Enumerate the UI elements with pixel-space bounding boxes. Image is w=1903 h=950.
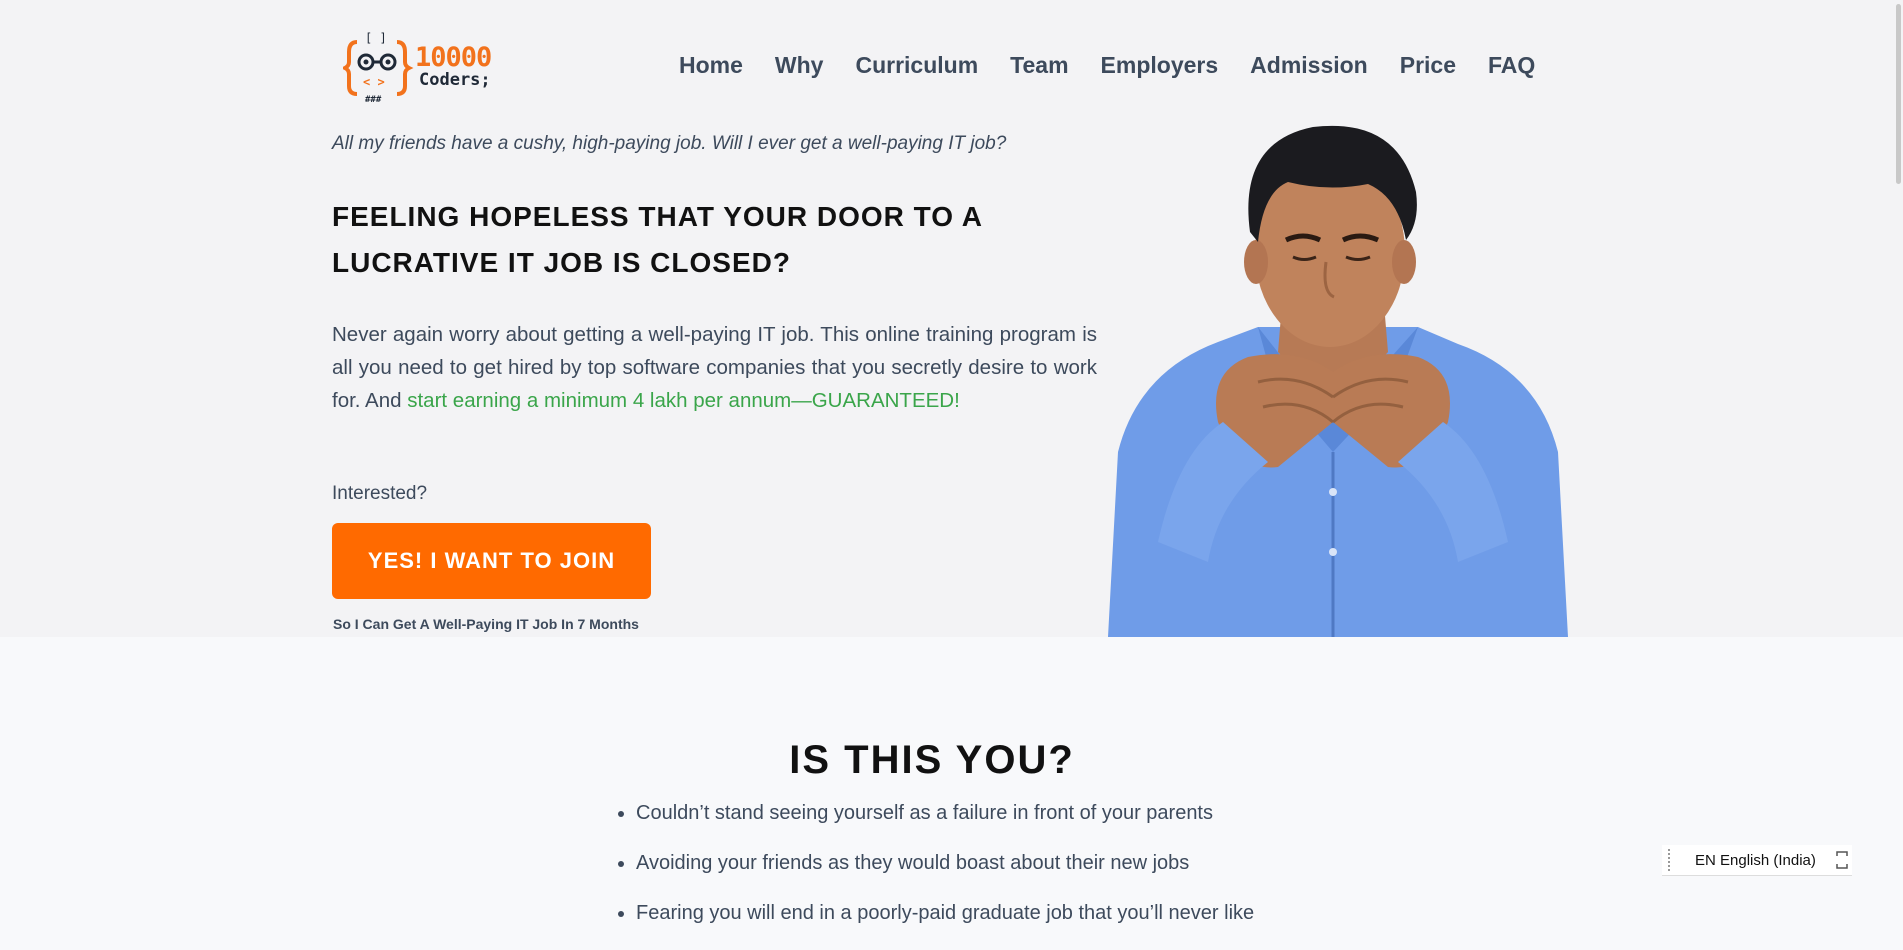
cta-note: So I Can Get A Well-Paying IT Job In 7 M… xyxy=(333,616,639,632)
drag-handle-icon[interactable] xyxy=(1668,849,1671,871)
svg-text:###: ### xyxy=(365,95,382,104)
svg-text:< >: < > xyxy=(363,75,385,89)
pain-list: Couldn’t stand seeing yourself as a fail… xyxy=(612,800,1356,950)
main-nav: Home Why Curriculum Team Employers Admis… xyxy=(679,52,1535,79)
brand-logo[interactable]: [ ] < > ### 10000 Coders; xyxy=(340,28,511,105)
nav-home[interactable]: Home xyxy=(679,52,743,79)
page-scrollbar[interactable] xyxy=(1896,4,1901,184)
list-item: Avoiding your friends as they would boas… xyxy=(636,850,1356,876)
hero-lead-highlight: start earning a minimum 4 lakh per annum… xyxy=(407,389,960,412)
logo-wordmark-number: 10000 xyxy=(415,42,492,73)
list-item: Couldn’t stand seeing yourself as a fail… xyxy=(636,800,1356,826)
logo-robot-icon: [ ] < > ### xyxy=(340,31,414,105)
hero-headline: FEELING HOPELESS THAT YOUR DOOR TO A LUC… xyxy=(332,201,982,278)
nav-employers[interactable]: Employers xyxy=(1101,52,1219,79)
nav-faq[interactable]: FAQ xyxy=(1488,52,1535,79)
hero-subquote: All my friends have a cushy, high-paying… xyxy=(332,133,1007,154)
nav-admission[interactable]: Admission xyxy=(1250,52,1368,79)
svg-text:[ ]: [ ] xyxy=(365,31,387,45)
hero-section: [ ] < > ### 10000 Coders; Home Why Curri… xyxy=(0,0,1903,637)
hero-person-image xyxy=(1108,125,1568,637)
nav-why[interactable]: Why xyxy=(775,52,824,79)
language-label: EN English (India) xyxy=(1695,851,1816,869)
interested-label: Interested? xyxy=(332,483,428,504)
pain-section-title: IS THIS YOU? xyxy=(789,738,1075,782)
language-selector[interactable]: EN English (India) xyxy=(1662,845,1852,876)
logo-wordmark-name: Coders; xyxy=(419,70,491,90)
join-button[interactable]: YES! I WANT TO JOIN xyxy=(332,523,651,599)
nav-price[interactable]: Price xyxy=(1400,52,1456,79)
hero-lead: Never again worry about getting a well-p… xyxy=(332,318,1097,417)
nav-team[interactable]: Team xyxy=(1010,52,1068,79)
list-item: Fearing you will end in a poorly-paid gr… xyxy=(636,900,1356,926)
expand-icon[interactable] xyxy=(1836,851,1848,869)
nav-curriculum[interactable]: Curriculum xyxy=(855,52,978,79)
